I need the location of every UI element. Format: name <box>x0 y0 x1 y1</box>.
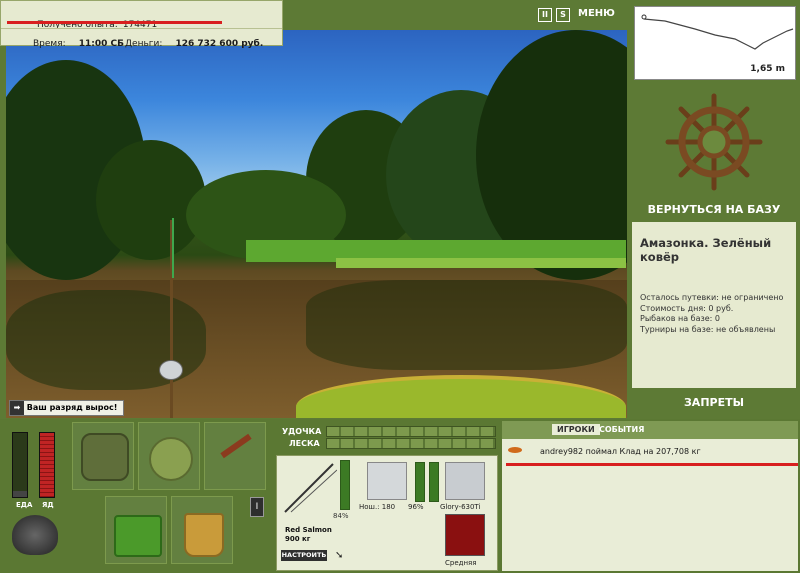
menu-button[interactable]: МЕНЮ <box>578 8 615 19</box>
rod-percent: 84% <box>333 512 349 520</box>
player-info: Получено опыта: 174471 Время: 11:00 СБ Д… <box>0 0 283 49</box>
time-value: 11:00 СБ <box>78 39 125 49</box>
rod-name: Red Salmon <box>285 526 332 534</box>
reel-icon <box>159 360 183 380</box>
bucket-icon <box>184 513 224 557</box>
money-label: Деньги: <box>125 39 163 49</box>
rank-notice[interactable]: ➡ Ваш разряд вырос! <box>9 400 124 416</box>
events-tabs: ИГРОКИ СОБЫТИЯ <box>502 421 798 439</box>
bag-icon <box>149 437 193 481</box>
line-name: Glory-630Ti <box>440 503 481 511</box>
location-info-line: Осталось путевки: не ограничено <box>640 293 784 302</box>
reflection <box>306 280 627 370</box>
bucket-slot[interactable] <box>171 496 233 564</box>
depth-chart: 1,65 m <box>634 6 796 80</box>
return-to-base-button[interactable]: ВЕРНУТЬСЯ НА БАЗУ <box>630 200 798 220</box>
rod-capacity: 900 кг <box>285 535 311 543</box>
backpack-slot[interactable] <box>72 422 134 490</box>
lure-icon <box>508 447 522 453</box>
reel-image[interactable] <box>367 462 407 500</box>
food-bar <box>12 432 28 498</box>
tools-slot[interactable] <box>204 422 266 490</box>
location-title: Амазонка. Зелёный ковёр <box>640 236 772 264</box>
backpack-icon <box>81 433 129 481</box>
reel-durability-bar <box>415 462 425 502</box>
location-info-line: Турниры на базе: не объявлены <box>640 325 776 334</box>
money-value: 126 732 600 руб. <box>175 39 264 49</box>
time-label: Время: <box>33 39 66 49</box>
reed-bank <box>336 258 626 268</box>
line-label: ЛЕСКА <box>289 439 320 448</box>
line-durability-bar <box>429 462 439 502</box>
tab-players[interactable]: ИГРОКИ <box>552 424 600 435</box>
info-icon[interactable]: I <box>250 497 264 517</box>
feed-item: andrey982 поймал Клад на 207,708 кг <box>540 447 701 456</box>
rank-notice-text: Ваш разряд вырос! <box>26 403 118 412</box>
rod-durability-bar <box>340 460 350 510</box>
rod-label: УДОЧКА <box>282 427 322 436</box>
food-label: ЕДА <box>16 501 33 509</box>
basket-slot[interactable] <box>105 496 167 564</box>
tab-events[interactable]: СОБЫТИЯ <box>594 424 649 435</box>
line-spool-image[interactable] <box>445 462 485 500</box>
fishing-scene[interactable]: ➡ Ваш разряд вырос! <box>6 30 627 418</box>
lure-image[interactable] <box>445 514 485 556</box>
divider <box>1 28 282 29</box>
lure-name: Средняя <box>445 559 477 567</box>
poison-label: ЯД <box>42 501 54 509</box>
food-basket-icon <box>114 515 162 557</box>
fishing-line <box>172 218 174 278</box>
bans-button[interactable]: ЗАПРЕТЫ <box>630 396 798 409</box>
rod-tension-bar <box>326 426 496 437</box>
location-info-line: Стоимость дня: 0 руб. <box>640 304 734 313</box>
highlight-underline <box>7 21 222 24</box>
reel-percent: 96% <box>408 503 424 511</box>
arrow-down-right-icon: ➘ <box>335 550 344 561</box>
arrow-right-icon: ➡ <box>10 401 24 415</box>
poison-bar <box>39 432 55 498</box>
line-tension-bar <box>326 438 496 449</box>
knife-icon <box>220 433 252 459</box>
ship-wheel-icon[interactable] <box>664 92 764 192</box>
cauldron-icon[interactable] <box>12 515 58 555</box>
events-panel: ИГРОКИ СОБЫТИЯ andrey982 поймал Клад на … <box>502 421 798 571</box>
reel-info: Нош.: 180 <box>359 503 396 511</box>
highlight-underline <box>506 463 798 466</box>
setup-button[interactable]: НАСТРОИТЬ <box>281 550 327 561</box>
depth-value: 1,65 m <box>750 64 785 74</box>
rod-image[interactable] <box>281 460 338 516</box>
float-marker <box>641 14 647 20</box>
tackle-panel: 84% Red Salmon 900 кг НАСТРОИТЬ ➘ Нош.: … <box>276 455 498 571</box>
bag-slot[interactable] <box>138 422 200 490</box>
location-info-line: Рыбаков на базе: 0 <box>640 314 720 323</box>
sound-icon[interactable]: S <box>556 8 570 22</box>
depth-line <box>643 18 794 50</box>
location-panel: Амазонка. Зелёный ковёр Осталось путевки… <box>632 222 796 388</box>
pause-icon[interactable]: II <box>538 8 552 22</box>
